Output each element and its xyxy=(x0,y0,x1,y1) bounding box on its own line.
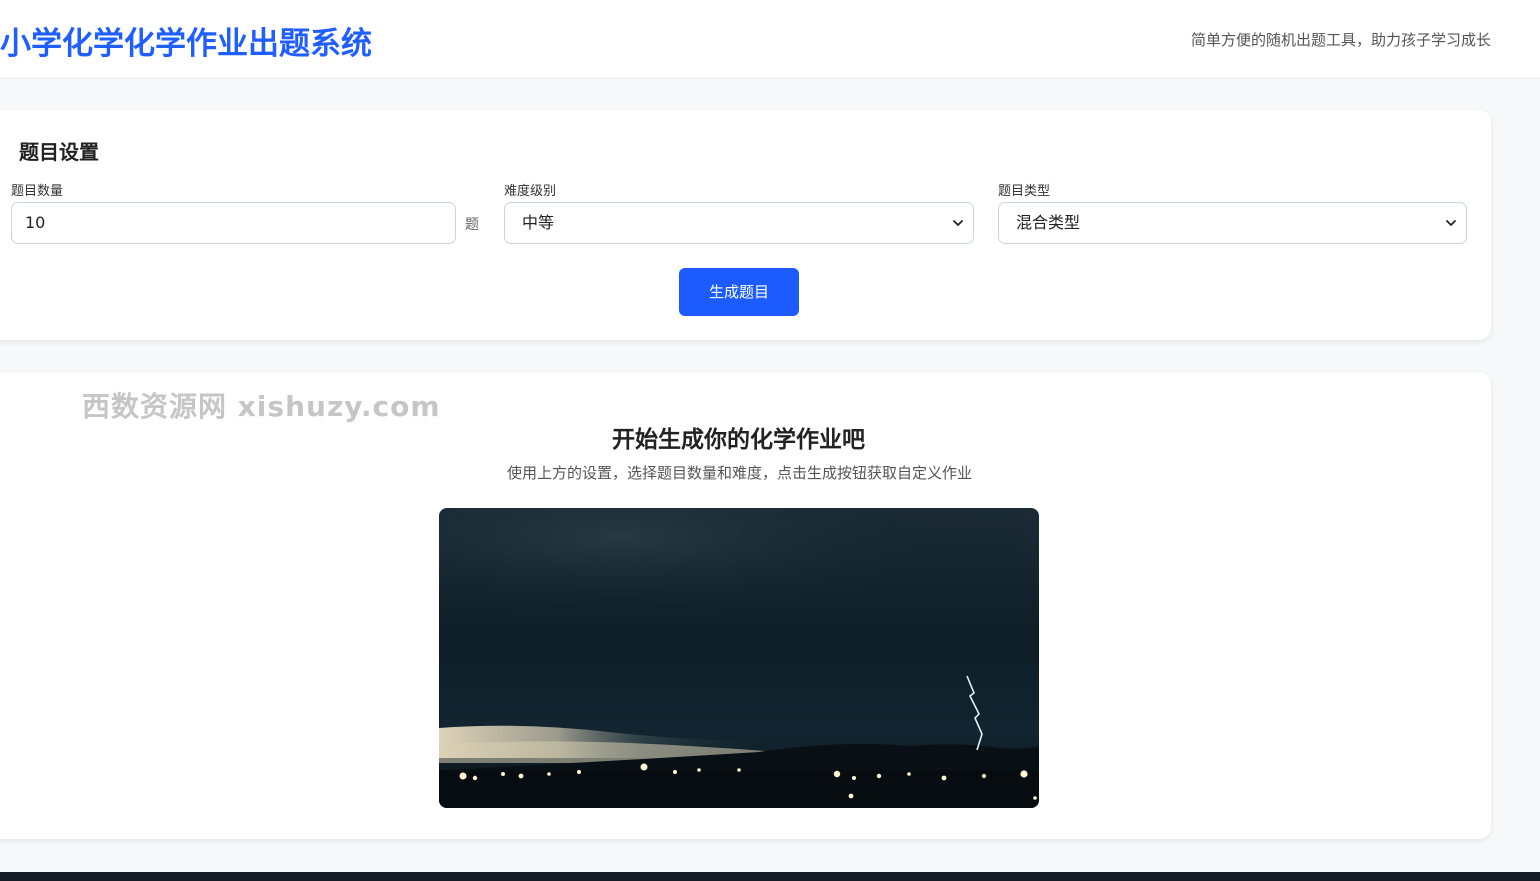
page-header: 小学化学化学作业出题系统 简单方便的随机出题工具，助力孩子学习成长 xyxy=(0,0,1540,79)
result-card: 西数资源网 xishuzy.com 开始生成你的化学作业吧 使用上方的设置，选择… xyxy=(0,372,1491,839)
app-subtitle: 简单方便的随机出题工具，助力孩子学习成长 xyxy=(1190,31,1491,49)
chevron-down-icon xyxy=(953,220,963,226)
lightning-night-scene xyxy=(439,508,1039,808)
question-type-label: 题目类型 xyxy=(998,184,1051,199)
chevron-down-icon xyxy=(1446,220,1456,226)
storm-city-image xyxy=(439,508,1039,808)
settings-title: 题目设置 xyxy=(19,140,99,164)
question-type-select[interactable]: 混合类型 xyxy=(998,202,1467,244)
question-count-unit: 题 xyxy=(465,217,479,233)
result-heading: 开始生成你的化学作业吧 xyxy=(0,420,1491,454)
difficulty-label: 难度级别 xyxy=(504,184,557,199)
result-heading-text: 开始生成你的化学作业吧 xyxy=(612,427,865,453)
settings-card: 题目设置 题目数量 10 题 难度级别 中等 题目类型 混合类型 生成题目 xyxy=(0,110,1491,340)
question-count-input[interactable]: 10 xyxy=(11,202,456,244)
app-title: 小学化学化学作业出题系统 xyxy=(0,26,372,62)
result-description: 使用上方的设置，选择题目数量和难度，点击生成按钮获取自定义作业 xyxy=(506,464,972,482)
question-count-label: 题目数量 xyxy=(11,184,64,199)
watermark-text: 西数资源网 xishuzy.com xyxy=(82,390,441,423)
generate-questions-button[interactable]: 生成题目 xyxy=(679,268,799,316)
footer-bar xyxy=(0,872,1540,881)
question-type-selected-value: 混合类型 xyxy=(1016,213,1081,232)
difficulty-selected-value: 中等 xyxy=(522,213,555,232)
difficulty-select[interactable]: 中等 xyxy=(504,202,974,244)
